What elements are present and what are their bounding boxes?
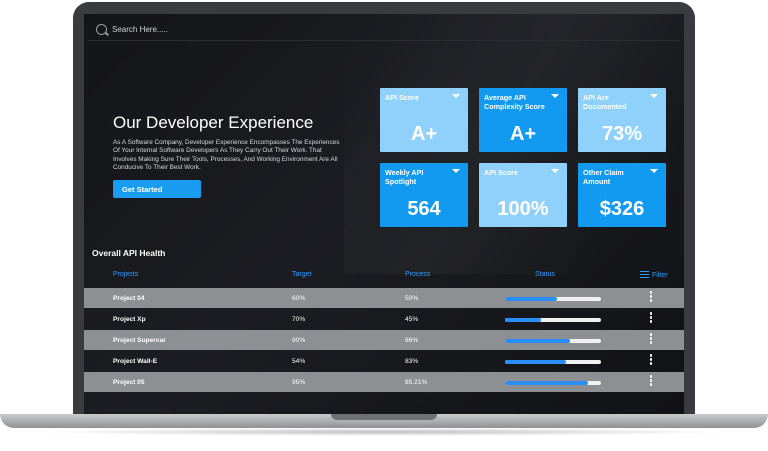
column-header-projects[interactable]: Projects (113, 271, 138, 278)
status-progress-fill (505, 318, 542, 322)
filter-label: Filter (652, 272, 668, 279)
process-value: 45% (405, 316, 419, 323)
card-value: $326 (599, 198, 645, 220)
card-value: 73% (601, 123, 643, 145)
table-row[interactable]: Project Wall-E 54% 83% (84, 351, 684, 371)
process-value: 85.21% (405, 379, 428, 386)
metric-card[interactable]: Average API Complexity Score A+ (479, 88, 567, 152)
card-label: API Are Documented (583, 93, 627, 111)
table-row[interactable]: Project 05 95% 85.21% (84, 372, 684, 392)
target-value: 90% (292, 337, 306, 344)
status-progress-fill (505, 360, 567, 364)
status-progress-fill (505, 381, 588, 385)
status-progress-bar (505, 297, 601, 301)
process-value: 50% (405, 295, 419, 302)
table-row[interactable]: Project 04 60% 50% (84, 288, 684, 308)
project-name: Project Xp (113, 316, 146, 323)
more-options-icon[interactable] (648, 291, 654, 305)
target-value: 95% (292, 379, 306, 386)
target-value: 54% (292, 358, 306, 365)
chevron-down-icon[interactable] (452, 169, 460, 173)
project-name: Project 04 (113, 295, 145, 302)
card-value: A+ (410, 123, 438, 145)
target-value: 60% (292, 295, 306, 302)
card-value: 100% (497, 198, 549, 220)
card-label: API Score (484, 168, 518, 177)
laptop-notch (331, 414, 437, 420)
column-header-process[interactable]: Process (405, 271, 430, 278)
status-progress-fill (505, 339, 571, 343)
table-row[interactable]: Project Supercar 90% 86% (84, 330, 684, 350)
status-progress-bar (505, 339, 601, 343)
card-label: Average API Complexity Score (484, 93, 545, 111)
more-options-icon[interactable] (648, 312, 654, 326)
status-progress-bar (505, 360, 601, 364)
card-label: Other Claim Amount (583, 168, 624, 186)
get-started-button[interactable]: Get Started (113, 180, 201, 198)
chevron-down-icon[interactable] (551, 169, 559, 173)
card-value: 564 (407, 198, 441, 220)
more-options-icon[interactable] (648, 354, 654, 368)
card-label: Weekly API Spotlight (385, 168, 424, 186)
search-bar (88, 18, 680, 41)
search-icon[interactable] (96, 24, 107, 35)
project-name: Project Wall-E (113, 358, 158, 365)
metric-card[interactable]: API Score 100% (479, 163, 567, 227)
card-label: API Score (385, 93, 419, 102)
project-name: Project 05 (113, 379, 145, 386)
chevron-down-icon[interactable] (452, 94, 460, 98)
status-progress-bar (505, 318, 601, 322)
column-header-status[interactable]: Status (535, 271, 555, 278)
hero-description: As A Software Company, Developer Experie… (113, 139, 340, 172)
chevron-down-icon[interactable] (650, 94, 658, 98)
search-input[interactable] (112, 22, 412, 36)
filter-icon (640, 271, 649, 278)
chevron-down-icon[interactable] (650, 169, 658, 173)
status-progress-fill (505, 297, 557, 301)
laptop-shadow (40, 428, 728, 436)
card-value: A+ (509, 123, 537, 145)
table-row[interactable]: Project Xp 70% 45% (84, 309, 684, 329)
metric-card[interactable]: API Are Documented 73% (578, 88, 666, 152)
more-options-icon[interactable] (648, 333, 654, 347)
column-header-target[interactable]: Target (292, 271, 311, 278)
metric-card[interactable]: Other Claim Amount $326 (578, 163, 666, 227)
project-name: Project Supercar (113, 337, 166, 344)
target-value: 70% (292, 316, 306, 323)
chevron-down-icon[interactable] (551, 94, 559, 98)
process-value: 83% (405, 358, 419, 365)
process-value: 86% (405, 337, 419, 344)
metric-card[interactable]: Weekly API Spotlight 564 (380, 163, 468, 227)
more-options-icon[interactable] (648, 375, 654, 389)
hero-title: Our Developer Experience (113, 113, 314, 132)
api-health-title: Overall API Health (92, 248, 166, 258)
filter-button[interactable]: Filter (640, 271, 668, 279)
status-progress-bar (505, 381, 601, 385)
app-screen: Our Developer Experience As A Software C… (84, 14, 684, 414)
metric-card[interactable]: API Score A+ (380, 88, 468, 152)
